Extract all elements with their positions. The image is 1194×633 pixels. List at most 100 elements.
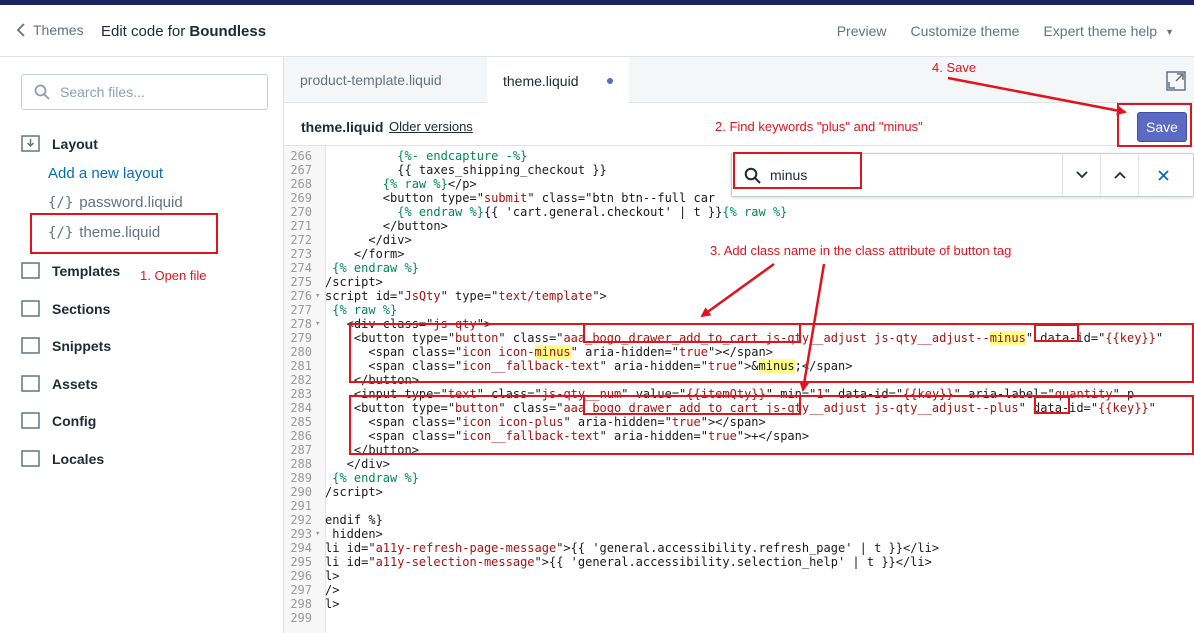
folder-config[interactable]: Config bbox=[21, 412, 96, 429]
code-text: li id="a11y-selection-message">{{ 'gener… bbox=[325, 555, 932, 569]
code-text: /script> bbox=[325, 485, 383, 499]
line-number: 282 bbox=[290, 373, 312, 387]
folder-label: Assets bbox=[52, 375, 98, 392]
code-text: {% endraw %} bbox=[332, 261, 419, 275]
add-new-layout-link[interactable]: Add a new layout bbox=[48, 165, 163, 182]
fullscreen-icon[interactable] bbox=[1166, 71, 1186, 91]
line-number: 279 bbox=[290, 331, 312, 345]
line-number: 272 bbox=[290, 233, 312, 247]
line-number: 297 bbox=[290, 583, 312, 597]
annotation-box-theme-file bbox=[30, 213, 218, 254]
line-number: 294 bbox=[290, 541, 312, 555]
code-text: </form> bbox=[325, 247, 405, 261]
search-files-input[interactable] bbox=[60, 84, 250, 100]
back-to-themes-link[interactable]: Themes bbox=[16, 22, 84, 38]
code-area[interactable]: 266 {%- endcapture -%} 267 {{ taxes_shipp… bbox=[284, 146, 1194, 633]
folder-label: Config bbox=[52, 412, 97, 429]
find-previous-button[interactable] bbox=[1100, 154, 1138, 196]
chevron-left-icon bbox=[16, 23, 25, 37]
unsaved-dot-icon bbox=[606, 77, 613, 84]
annotation-box-plus-word bbox=[1034, 396, 1070, 414]
line-number: 291 bbox=[290, 499, 312, 513]
code-text: </div> bbox=[325, 457, 391, 471]
expert-help-menu[interactable]: Expert theme help ▼ bbox=[1043, 23, 1174, 39]
line-number: 278 bbox=[290, 317, 312, 331]
fold-toggle-icon[interactable]: ▾ bbox=[315, 527, 320, 541]
fold-toggle-icon[interactable]: ▾ bbox=[315, 317, 320, 331]
file-label: password.liquid bbox=[79, 194, 183, 211]
theme-name: Boundless bbox=[189, 23, 267, 40]
editor-tabs: product-template.liquid theme.liquid bbox=[284, 57, 1194, 104]
caret-down-icon: ▼ bbox=[1165, 27, 1174, 38]
line-number: 283 bbox=[290, 387, 312, 401]
folder-icon bbox=[21, 300, 40, 317]
folder-label: Sections bbox=[52, 300, 111, 317]
tab-label: product-template.liquid bbox=[300, 72, 442, 88]
code-text: {% raw %}</p> bbox=[382, 177, 477, 191]
folder-icon bbox=[21, 262, 40, 279]
annotation-box-save bbox=[1117, 103, 1192, 147]
code-text: /script> bbox=[325, 275, 383, 289]
folder-label: Snippets bbox=[52, 337, 112, 354]
find-next-button[interactable] bbox=[1062, 154, 1100, 196]
line-number: 287 bbox=[290, 443, 312, 457]
folder-layout[interactable]: Layout bbox=[21, 135, 98, 152]
chevron-up-icon bbox=[1113, 171, 1126, 179]
code-text: {% endraw %}{{ 'cart.general.checkout' |… bbox=[397, 205, 788, 219]
current-file-name: theme.liquid bbox=[301, 119, 384, 135]
line-number: 293 bbox=[290, 527, 312, 541]
file-password-liquid[interactable]: {/} password.liquid bbox=[48, 194, 183, 211]
line-number: 290 bbox=[290, 485, 312, 499]
preview-link[interactable]: Preview bbox=[837, 23, 887, 39]
code-text: li id="a11y-refresh-page-message">{{ 'ge… bbox=[325, 541, 940, 555]
annotation-box-class-name-plus bbox=[583, 395, 801, 415]
folder-open-icon bbox=[21, 135, 40, 152]
line-number: 292 bbox=[290, 513, 312, 527]
top-links: Preview Customize theme Expert theme hel… bbox=[837, 23, 1174, 39]
line-number: 267 bbox=[290, 163, 312, 177]
annotation-save: 4. Save bbox=[932, 60, 977, 75]
code-text: script id="JsQty" type="text/template"> bbox=[325, 289, 607, 303]
line-number: 271 bbox=[290, 219, 312, 233]
annotation-box-minus-word bbox=[1034, 324, 1079, 342]
file-sidebar: Layout Add a new layout {/} password.liqu… bbox=[0, 57, 284, 633]
code-text: hidden> bbox=[325, 527, 383, 541]
annotation-open-file: 1. Open file bbox=[140, 268, 207, 283]
tab-product-template[interactable]: product-template.liquid bbox=[284, 57, 458, 103]
line-number: 298 bbox=[290, 597, 312, 611]
fold-toggle-icon[interactable]: ▾ bbox=[315, 289, 320, 303]
folder-icon bbox=[21, 412, 40, 429]
search-icon bbox=[34, 84, 50, 100]
line-number: 299 bbox=[290, 611, 312, 625]
chevron-down-icon bbox=[1075, 171, 1088, 179]
line-number: 273 bbox=[290, 247, 312, 261]
line-number: 268 bbox=[290, 177, 312, 191]
customize-theme-link[interactable]: Customize theme bbox=[911, 23, 1020, 39]
code-text: {% raw %} bbox=[332, 303, 398, 317]
expert-help-label: Expert theme help bbox=[1043, 23, 1158, 39]
annotation-add-class: 3. Add class name in the class attribute… bbox=[710, 243, 1012, 258]
folder-label: Layout bbox=[52, 135, 98, 152]
folder-assets[interactable]: Assets bbox=[21, 375, 98, 392]
folder-locales[interactable]: Locales bbox=[21, 450, 104, 467]
line-number: 280 bbox=[290, 345, 312, 359]
title-prefix: Edit code for bbox=[101, 23, 186, 40]
folder-label: Locales bbox=[52, 450, 105, 467]
folder-icon bbox=[21, 375, 40, 392]
line-number: 274 bbox=[290, 261, 312, 275]
folder-templates[interactable]: Templates bbox=[21, 262, 120, 279]
folder-snippets[interactable]: Snippets bbox=[21, 337, 111, 354]
back-label: Themes bbox=[33, 22, 84, 38]
line-number: 270 bbox=[290, 205, 312, 219]
line-number: 285 bbox=[290, 415, 312, 429]
search-files-box[interactable] bbox=[21, 74, 268, 110]
tab-label: theme.liquid bbox=[503, 72, 579, 89]
top-bar: Themes Edit code for Boundless Preview C… bbox=[0, 5, 1194, 57]
older-versions-link[interactable]: Older versions bbox=[389, 119, 473, 134]
folder-sections[interactable]: Sections bbox=[21, 300, 110, 317]
code-text: /> bbox=[325, 583, 340, 597]
tab-theme-liquid[interactable]: theme.liquid bbox=[487, 57, 629, 104]
folder-icon bbox=[21, 450, 40, 467]
code-text: {{ taxes_shipping_checkout }} bbox=[325, 163, 607, 177]
close-find-button[interactable] bbox=[1138, 154, 1188, 196]
